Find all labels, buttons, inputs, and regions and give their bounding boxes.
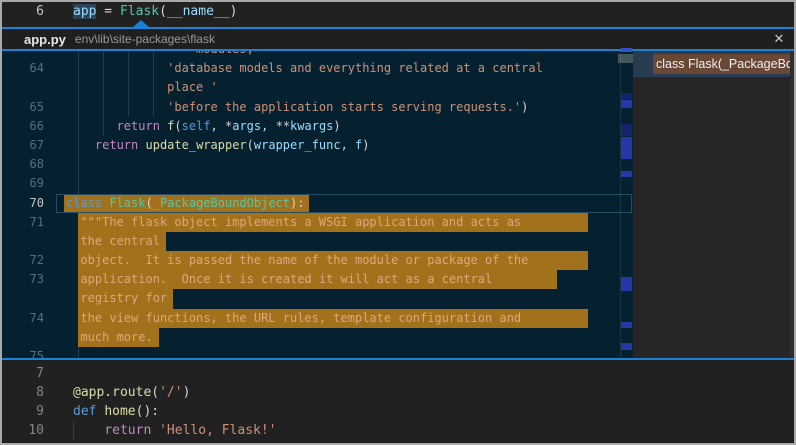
line-number: 71 bbox=[0, 213, 44, 232]
code-text: 'before the application starts serving r… bbox=[66, 98, 528, 117]
line-number: 68 bbox=[0, 155, 44, 174]
peek-results-panel: class Flask(_PackageBo.. bbox=[633, 51, 796, 358]
code-text: @app.route('/') bbox=[73, 383, 190, 402]
peek-file-path: env\lib\site-packages\flask bbox=[75, 32, 215, 46]
code-line[interactable]: 74 the view functions, the URL rules, te… bbox=[0, 309, 633, 328]
indent-guide bbox=[78, 174, 79, 193]
code-line[interactable]: registry for bbox=[0, 289, 633, 308]
line-number: 70 bbox=[0, 194, 44, 213]
code-line[interactable]: 64 'database models and everything relat… bbox=[0, 59, 633, 78]
peek-title: app.py bbox=[24, 32, 66, 47]
line-number: 75 bbox=[0, 347, 44, 358]
ruler-mark bbox=[621, 322, 632, 328]
line-number: 73 bbox=[0, 270, 44, 289]
code-line[interactable]: the central bbox=[0, 232, 633, 251]
editor-bottom-strip: 78@app.route('/')9def home():10 return '… bbox=[0, 360, 796, 445]
line-number: 64 bbox=[0, 59, 44, 78]
peek-header: app.py env\lib\site-packages\flask ✕ bbox=[0, 29, 796, 49]
ruler-mark bbox=[621, 124, 632, 136]
editor-top-strip: 6 app = Flask(__name__) bbox=[0, 0, 796, 27]
indent-guide bbox=[78, 347, 79, 358]
code-text: object. It is passed the name of the mod… bbox=[66, 251, 528, 270]
code-line[interactable]: modules, ' bbox=[0, 51, 633, 59]
code-text: the central bbox=[66, 232, 160, 251]
code-line[interactable]: 6 app = Flask(__name__) bbox=[0, 2, 796, 21]
code-line[interactable]: 67 return update_wrapper(wrapper_func, f… bbox=[0, 136, 633, 155]
editor-bottom-code: 78@app.route('/')9def home():10 return '… bbox=[0, 364, 796, 440]
line-number: 10 bbox=[0, 421, 44, 440]
line-number: 9 bbox=[0, 402, 44, 421]
editor-top-code: 6 app = Flask(__name__) bbox=[0, 2, 796, 21]
code-text: modules, ' bbox=[66, 51, 268, 59]
code-line[interactable]: 65 'before the application starts servin… bbox=[0, 98, 633, 117]
code-text: return update_wrapper(wrapper_func, f) bbox=[66, 136, 370, 155]
ruler-mark bbox=[621, 137, 632, 159]
ruler-mark bbox=[621, 277, 632, 291]
results-scrollbar[interactable] bbox=[790, 51, 794, 358]
code-line[interactable]: 68 bbox=[0, 155, 633, 174]
peek-result-label: class Flask(_PackageBo.. bbox=[653, 54, 796, 74]
scrollbar-slider[interactable] bbox=[618, 54, 633, 63]
code-line[interactable]: place ' bbox=[0, 78, 633, 97]
indent-guide bbox=[78, 155, 79, 174]
code-line[interactable]: 10 return 'Hello, Flask!' bbox=[0, 421, 796, 440]
close-icon[interactable]: ✕ bbox=[770, 30, 788, 48]
code-line[interactable]: much more. bbox=[0, 328, 633, 347]
code-line[interactable]: 66 return f(self, *args, **kwargs) bbox=[0, 117, 633, 136]
code-text: the view functions, the URL rules, templ… bbox=[66, 309, 521, 328]
code-line[interactable]: 75 bbox=[0, 347, 633, 358]
line-number: 67 bbox=[0, 136, 44, 155]
line-number: 8 bbox=[0, 383, 44, 402]
code-line[interactable]: 7 bbox=[0, 364, 796, 383]
code-line[interactable]: 8 @app.route('/') bbox=[0, 383, 796, 402]
peek-result-item[interactable]: class Flask(_PackageBo.. bbox=[633, 51, 796, 77]
peek-code-editor[interactable]: modules, '64 'database models and everyt… bbox=[0, 51, 633, 358]
code-line[interactable]: 70 class Flask(_PackageBoundObject): bbox=[0, 194, 633, 213]
code-line[interactable]: 69 bbox=[0, 174, 633, 193]
code-text: app = Flask(__name__) bbox=[73, 2, 237, 21]
line-number: 66 bbox=[0, 117, 44, 136]
vscode-editor: 6 app = Flask(__name__) app.py env\lib\si… bbox=[0, 0, 796, 445]
code-text: application. Once it is created it will … bbox=[66, 270, 492, 289]
peek-arrow-icon bbox=[133, 20, 149, 27]
code-text: 'database models and everything related … bbox=[66, 59, 550, 78]
code-text: return 'Hello, Flask!' bbox=[73, 421, 277, 440]
line-number: 69 bbox=[0, 174, 44, 193]
ruler-mark bbox=[621, 48, 632, 52]
code-line[interactable]: 73 application. Once it is created it wi… bbox=[0, 270, 633, 289]
code-text: registry for bbox=[66, 289, 167, 308]
code-text: class Flask(_PackageBoundObject): bbox=[66, 194, 304, 213]
code-line[interactable]: 72 object. It is passed the name of the … bbox=[0, 251, 633, 270]
line-number: 6 bbox=[0, 2, 44, 21]
ruler-mark bbox=[621, 171, 632, 177]
peek-code-rows: modules, '64 'database models and everyt… bbox=[0, 51, 633, 358]
line-number: 7 bbox=[0, 364, 44, 383]
line-number: 65 bbox=[0, 98, 44, 117]
code-text: much more. bbox=[66, 328, 153, 347]
ruler-mark bbox=[621, 100, 632, 108]
code-line[interactable]: 9 def home(): bbox=[0, 402, 796, 421]
ruler-mark bbox=[621, 93, 632, 99]
code-line[interactable]: 71 """The flask object implements a WSGI… bbox=[0, 213, 633, 232]
code-text: """The flask object implements a WSGI ap… bbox=[66, 213, 521, 232]
line-number: 74 bbox=[0, 309, 44, 328]
code-text: place ' bbox=[66, 78, 218, 97]
ruler-mark bbox=[621, 343, 632, 350]
line-number: 72 bbox=[0, 251, 44, 270]
code-text: return f(self, *args, **kwargs) bbox=[66, 117, 341, 136]
code-text: def home(): bbox=[73, 402, 159, 421]
